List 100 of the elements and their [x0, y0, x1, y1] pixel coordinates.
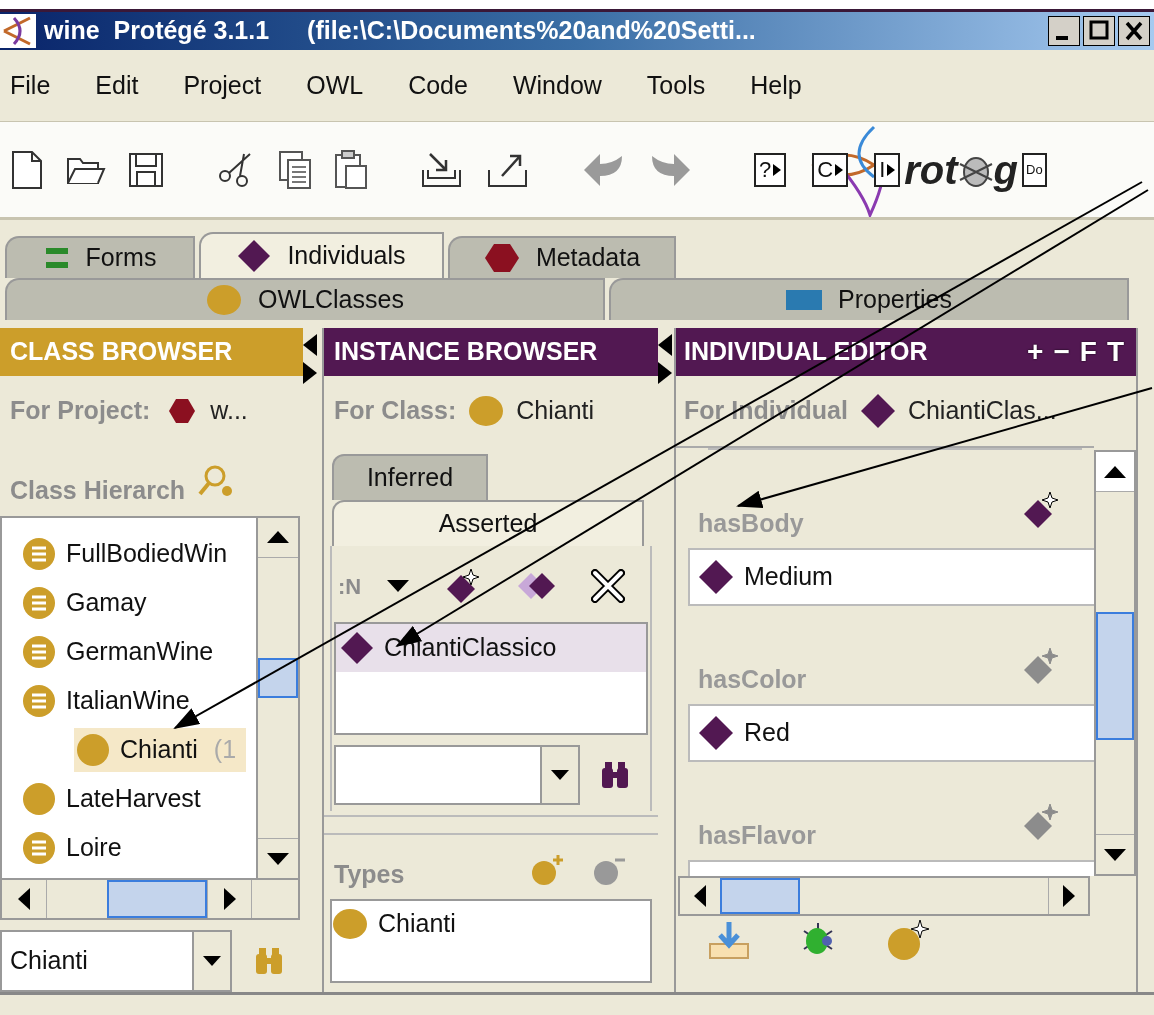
types-label: Types [334, 858, 405, 890]
tree-item[interactable]: ItalianWine [20, 679, 200, 724]
tab[interactable]: Individuals [199, 232, 444, 278]
menu-item[interactable]: Project [183, 66, 262, 105]
individual-name: ChiantiClas... [907, 395, 1057, 427]
tree-item[interactable]: LateHarvest [20, 777, 211, 822]
expand-right-icon[interactable] [658, 362, 672, 384]
header-button[interactable]: F [1079, 338, 1097, 366]
tree-item[interactable]: GermanWine [20, 630, 224, 675]
class-icon [206, 284, 243, 316]
defined-class-icon [22, 635, 56, 670]
save-icon[interactable] [128, 151, 164, 188]
file-path: (file:\C:\Documents%20and%20Setti... [307, 15, 756, 47]
forms-icon [43, 246, 70, 270]
metadata-icon [483, 243, 520, 273]
logo-button[interactable]: ? [754, 152, 787, 187]
scroll-right-icon[interactable] [223, 888, 236, 910]
logo-button[interactable]: I [874, 152, 901, 187]
property-icon [786, 288, 822, 312]
app-logo-icon [0, 14, 36, 48]
project-label: For Project: [10, 395, 151, 427]
property-name: hasFlavor [698, 819, 817, 851]
type-item[interactable]: Chianti [378, 905, 456, 943]
horizontal-scrollbar[interactable] [678, 876, 1090, 916]
expand-right-icon[interactable] [303, 362, 317, 384]
header-button[interactable]: T [1106, 338, 1124, 366]
class-icon [76, 733, 110, 768]
scroll-right-icon[interactable] [1062, 885, 1075, 907]
tab[interactable]: OWLClasses [5, 278, 605, 320]
sort-label: :N [338, 572, 362, 601]
menu-item[interactable]: Window [512, 66, 602, 105]
menu-item[interactable]: Code [408, 66, 468, 105]
property-value-field[interactable]: Red [688, 704, 1094, 762]
logo-button[interactable]: Do [1022, 152, 1047, 187]
tree-item[interactable]: Loire [20, 826, 132, 871]
horizontal-scrollbar[interactable] [2, 878, 298, 918]
download-icon[interactable] [708, 920, 750, 960]
header-button[interactable]: + [1027, 338, 1044, 366]
menu-item[interactable]: Tools [646, 66, 706, 105]
delete-icon[interactable] [591, 569, 626, 603]
close-button[interactable] [1118, 16, 1150, 46]
tab[interactable]: Forms [5, 236, 195, 278]
tab[interactable]: Asserted [332, 500, 644, 546]
class-icon [332, 908, 368, 940]
minimize-button[interactable] [1048, 16, 1080, 46]
menu-item[interactable]: File [10, 66, 51, 105]
window-title: wine Protégé 3.1.1 [44, 15, 270, 47]
individual-icon [340, 631, 374, 665]
tab[interactable]: Metadata [448, 236, 676, 278]
instance-browser-header: INSTANCE BROWSER [324, 328, 658, 376]
play-arrow-icon [887, 163, 896, 176]
class-icon [468, 395, 505, 427]
tree-item[interactable]: Chianti (1 [74, 728, 247, 773]
logo-button[interactable]: C [812, 152, 849, 187]
defined-class-icon [22, 684, 56, 719]
scroll-down-icon[interactable] [1104, 848, 1126, 861]
menu-item[interactable]: OWL [306, 66, 364, 105]
property-value-field[interactable]: Medium [688, 548, 1094, 606]
binoculars-icon[interactable] [600, 760, 630, 790]
tab[interactable]: Inferred [332, 454, 488, 500]
scroll-up-icon[interactable] [1104, 465, 1126, 478]
copy-icon[interactable] [278, 149, 312, 190]
scroll-left-icon[interactable] [18, 888, 30, 910]
maximize-button[interactable] [1083, 16, 1115, 46]
create-class-icon[interactable] [886, 918, 932, 962]
play-arrow-icon [835, 163, 844, 176]
dropdown-caret-icon[interactable] [203, 956, 221, 966]
scroll-thumb[interactable] [720, 878, 800, 914]
class-label: For Class: [334, 395, 457, 427]
scroll-up-icon[interactable] [267, 531, 289, 544]
scroll-thumb[interactable] [107, 880, 207, 918]
scroll-thumb[interactable] [258, 657, 298, 698]
header-button[interactable]: − [1053, 338, 1070, 366]
logo-text: rot [904, 146, 958, 194]
tree-item[interactable]: Gamay [20, 581, 157, 626]
duplicate-instance-icon[interactable] [517, 571, 558, 601]
new-file-icon[interactable] [10, 149, 44, 190]
scroll-down-icon[interactable] [267, 852, 289, 865]
sort-caret-icon[interactable] [387, 580, 410, 592]
individual-icon [698, 715, 734, 751]
class-icon [22, 782, 56, 817]
dropdown-caret-icon[interactable] [551, 770, 569, 780]
individual-icon [859, 393, 896, 429]
individual-icon [698, 559, 734, 595]
tree-item[interactable]: FullBodiedWin [20, 532, 238, 577]
menu-item[interactable]: Edit [95, 66, 139, 105]
paste-icon[interactable] [334, 149, 368, 190]
defined-class-icon [22, 831, 56, 866]
individual-icon [237, 239, 272, 273]
class-browser-header: CLASS BROWSER [0, 328, 303, 376]
play-arrow-icon [773, 163, 782, 176]
class-name: Chianti [516, 395, 595, 427]
scroll-left-icon[interactable] [694, 885, 706, 907]
scroll-thumb[interactable] [1096, 612, 1134, 740]
vertical-scrollbar[interactable] [1094, 450, 1136, 876]
project-icon [168, 397, 197, 424]
class-search-combo[interactable]: Chianti [0, 930, 232, 992]
menu-item[interactable]: Help [750, 66, 802, 105]
class-hierarchy-label: Class Hierarch [10, 475, 186, 507]
vertical-scrollbar[interactable] [256, 517, 298, 878]
